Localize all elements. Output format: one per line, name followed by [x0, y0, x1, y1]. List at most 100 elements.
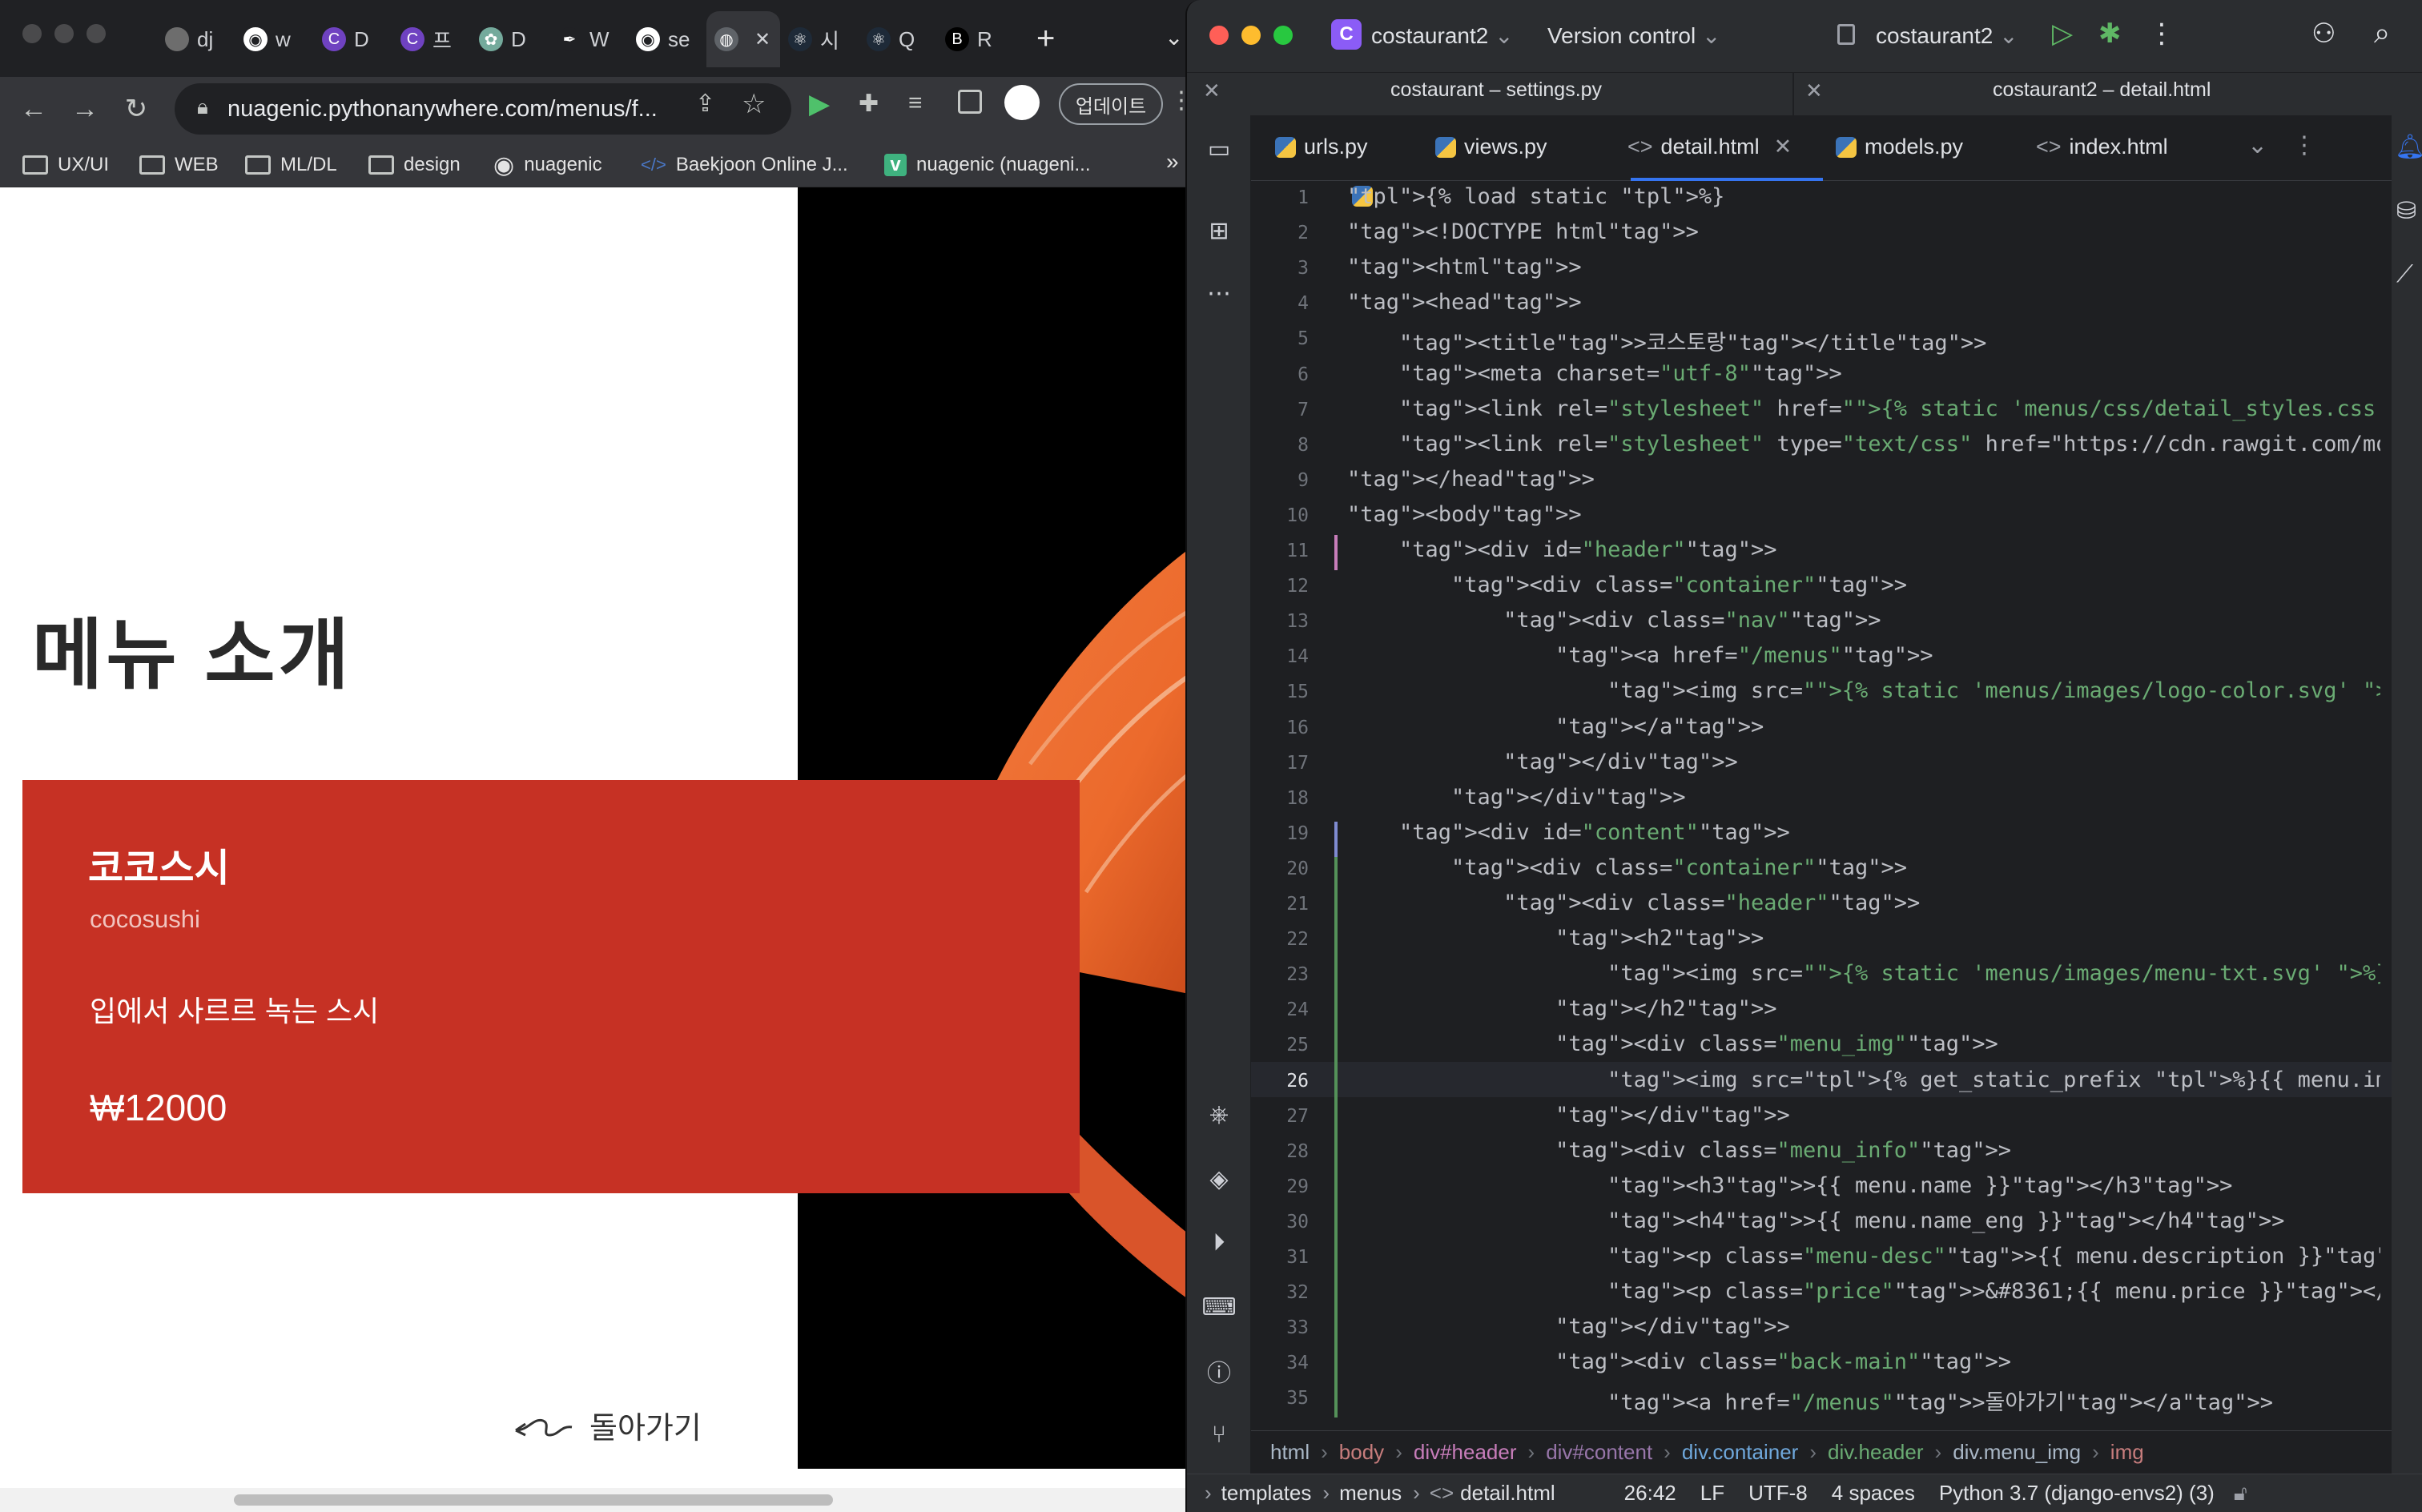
browser-tab[interactable]: ◉ se	[628, 11, 706, 67]
code-line[interactable]: "tag"><meta charset="utf-8""tag">>	[1347, 361, 1842, 386]
close-tab-icon[interactable]: ✕	[754, 28, 770, 51]
code-line[interactable]: "tag"><div class="header""tag">>	[1347, 891, 1920, 915]
browser-tab[interactable]: ✒ W	[549, 11, 628, 67]
back-arrow-icon[interactable]: ←	[11, 86, 56, 131]
status-path-file[interactable]: detail.html	[1460, 1481, 1555, 1506]
code-line[interactable]: "tag"><p class="menu-desc""tag">>{{ menu…	[1347, 1244, 2380, 1269]
window-tab-settings[interactable]: costaurant – settings.py	[1390, 78, 1602, 102]
status-path-menus[interactable]: menus	[1339, 1481, 1402, 1506]
sciview-chart-icon[interactable]: ⟋	[2396, 261, 2413, 288]
vcs-menu[interactable]: Version control ⌄	[1547, 22, 1720, 49]
window-zoom-button[interactable]	[86, 24, 106, 43]
breadcrumb-item[interactable]: div#header	[1414, 1440, 1517, 1465]
status-path-templates[interactable]: templates	[1221, 1481, 1312, 1506]
update-button[interactable]: 업데이트	[1059, 83, 1163, 125]
window-tab-detail[interactable]: costaurant2 – detail.html	[1993, 78, 2211, 102]
structure-icon[interactable]: ⊞	[1203, 215, 1235, 247]
breadcrumb-item[interactable]: div.container	[1682, 1440, 1799, 1465]
extensions-puzzle-icon[interactable]: ✚	[859, 90, 879, 118]
problems-icon[interactable]: ⓘ	[1203, 1355, 1235, 1387]
reload-icon[interactable]: ↻	[114, 86, 159, 131]
new-tab-button[interactable]: +	[1036, 21, 1055, 57]
browser-tab[interactable]: C프	[392, 11, 471, 67]
run-icon[interactable]: ▷	[2052, 18, 2073, 50]
browser-tab[interactable]: ⚛ 시	[780, 11, 859, 67]
code-line[interactable]: "tag"></a"tag">>	[1347, 714, 1764, 739]
browser-tab[interactable]: ⚛ Q	[859, 11, 937, 67]
debug-bug-icon[interactable]: ✱	[2098, 18, 2122, 50]
code-line[interactable]: "tag"><img src="tpl">{% get_static_prefi…	[1347, 1068, 2380, 1092]
add-user-icon[interactable]: ⚇	[2311, 18, 2336, 50]
browser-tab[interactable]: ◍ ✕	[706, 11, 780, 67]
breadcrumb-item[interactable]: div.header	[1828, 1440, 1924, 1465]
file-tab[interactable]: models.py	[1836, 135, 1963, 159]
terminal-icon[interactable]: ⌨	[1201, 1291, 1236, 1323]
more-bookmarks-button[interactable]: »	[1166, 149, 1179, 175]
breadcrumb-item[interactable]: div.menu_img	[1953, 1440, 2081, 1465]
services-icon[interactable]: ⏵	[1203, 1227, 1235, 1259]
close-tab-icon[interactable]: ✕	[1203, 78, 1221, 103]
profile-avatar[interactable]	[1004, 85, 1040, 120]
more-actions-icon[interactable]: ⋮	[2148, 18, 2175, 50]
tab-search-chevron-icon[interactable]: ⌄	[1165, 24, 1183, 50]
browser-tab[interactable]: ◉ w	[235, 11, 314, 67]
side-panel-icon[interactable]	[958, 90, 982, 114]
code-line[interactable]: "tag"><div class="back-main""tag">>	[1347, 1349, 2011, 1374]
breadcrumb-item[interactable]: div#content	[1546, 1440, 1652, 1465]
file-tab[interactable]: <> index.html	[2036, 135, 2168, 159]
code-line[interactable]: "tag"><div class="menu_img""tag">>	[1347, 1031, 1998, 1056]
search-everywhere-icon[interactable]: ⌕	[2374, 16, 2390, 50]
bookmark-item[interactable]: v nuagenic (nuageni...	[884, 143, 1091, 187]
file-tab[interactable]: views.py	[1435, 135, 1547, 159]
code-line[interactable]: "tag"><div class="nav""tag">>	[1347, 608, 1881, 633]
notifications-bell-icon[interactable]: 🔔︎	[2395, 133, 2422, 161]
indent-setting[interactable]: 4 spaces	[1832, 1481, 1915, 1506]
python-interpreter[interactable]: Python 3.7 (django-envs2) (3)	[1939, 1481, 2215, 1506]
python-console-icon[interactable]: ⎈	[1203, 1099, 1235, 1131]
file-tab[interactable]: <> detail.html ✕	[1627, 135, 1792, 159]
window-minimize-button[interactable]	[54, 24, 74, 43]
code-line[interactable]: "tag"><title"tag">>코스토랑"tag"></title"tag…	[1347, 325, 1986, 356]
code-line[interactable]: "tag"><h2"tag">>	[1347, 926, 1764, 951]
bookmark-item[interactable]: ◉ nuagenic	[493, 143, 602, 187]
code-line[interactable]: "tag"><div class="container""tag">>	[1347, 573, 1907, 597]
code-line[interactable]: "tag"><a href="/menus""tag">>	[1347, 643, 1933, 668]
breadcrumb-item[interactable]: img	[2110, 1440, 2144, 1465]
caret-position[interactable]: 26:42	[1624, 1481, 1676, 1506]
code-line[interactable]: "tag"></div"tag">>	[1347, 785, 1686, 810]
tabs-menu-icon[interactable]: ⋮	[2292, 131, 2316, 159]
code-line[interactable]: "tag"><html"tag">>	[1347, 255, 1582, 279]
page-scrollbar-thumb[interactable]	[234, 1494, 833, 1506]
code-line[interactable]: "tag"></h2"tag">>	[1347, 996, 1776, 1021]
code-line[interactable]: "tag"><head"tag">>	[1347, 290, 1582, 315]
line-separator[interactable]: LF	[1700, 1481, 1724, 1506]
run-config-selector[interactable]: costaurant2 ⌄	[1876, 22, 2018, 49]
code-line[interactable]: "tag"><link rel="stylesheet" type="text/…	[1347, 432, 2380, 456]
code-line[interactable]: "tag"><div id="header""tag">>	[1347, 537, 1776, 562]
code-line[interactable]: "tag"></div"tag">>	[1347, 1103, 1790, 1128]
more-tools-icon[interactable]: ⋯	[1203, 277, 1235, 309]
code-line[interactable]: "tag"><div class="menu_info""tag">>	[1347, 1138, 2011, 1163]
ide-minimize-button[interactable]	[1241, 26, 1261, 45]
lock-icon[interactable]: 🔓︎	[2234, 1481, 2247, 1506]
bookmark-item[interactable]: WEB	[139, 143, 219, 187]
code-line[interactable]: "tag"><a href="/menus""tag">>돌아가기"tag"><…	[1347, 1385, 2273, 1416]
share-icon[interactable]: ⇪	[695, 90, 715, 118]
back-link[interactable]: 돌아가기	[513, 1403, 702, 1447]
forward-arrow-icon[interactable]: →	[62, 86, 107, 131]
file-encoding[interactable]: UTF-8	[1748, 1481, 1808, 1506]
project-selector[interactable]: costaurant2 ⌄	[1371, 22, 1514, 49]
reading-list-icon[interactable]: ≡	[908, 90, 923, 117]
breadcrumb-item[interactable]: html	[1270, 1440, 1310, 1465]
git-branch-icon[interactable]: ⑂	[1203, 1419, 1235, 1451]
code-line[interactable]: "tag"><img src="">{% static 'menus/image…	[1347, 678, 2380, 703]
code-line[interactable]: "tpl">{% load static "tpl">%}	[1347, 184, 1724, 209]
browser-tab[interactable]: BR	[937, 11, 1016, 67]
tabs-overflow-chevron-icon[interactable]: ⌄	[2247, 131, 2267, 159]
bookmark-item[interactable]: design	[368, 143, 461, 187]
browser-tab[interactable]: ✿ D	[471, 11, 549, 67]
code-line[interactable]: "tag"><h4"tag">>{{ menu.name_eng }}"tag"…	[1347, 1208, 2284, 1233]
code-line[interactable]: "tag"><!DOCTYPE html"tag">>	[1347, 219, 1699, 244]
browser-tab[interactable]: CD	[314, 11, 392, 67]
code-line[interactable]: "tag"><div class="container""tag">>	[1347, 855, 1907, 880]
